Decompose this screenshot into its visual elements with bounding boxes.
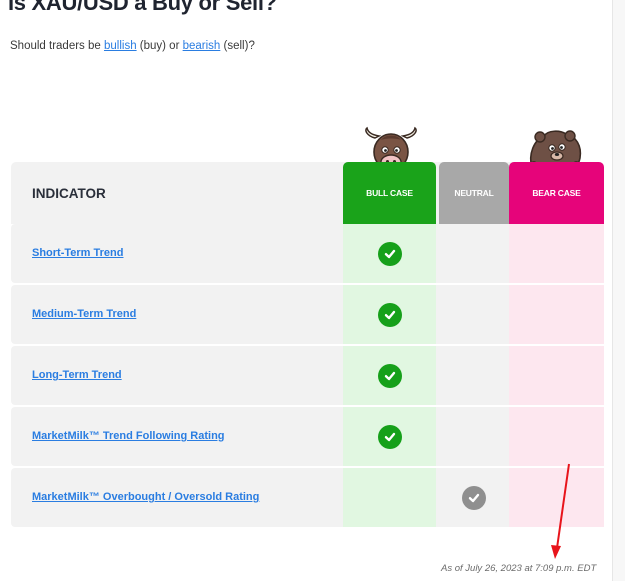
indicator-link[interactable]: Medium-Term Trend	[32, 308, 136, 320]
check-circle-icon	[377, 363, 402, 388]
page: Is XAU/USD a Buy or Sell? Should traders…	[0, 0, 612, 581]
bull-case-cell	[343, 468, 436, 527]
bear-case-column-header: BEAR CASE	[509, 162, 604, 224]
page-scroll-edge	[612, 0, 625, 581]
bull-case-column-header: BULL CASE	[343, 162, 436, 224]
neutral-cell	[439, 346, 509, 405]
bearish-link[interactable]: bearish	[183, 40, 221, 52]
page-subtitle: Should traders be bullish (buy) or beari…	[10, 38, 255, 54]
indicator-column-header: INDICATOR	[32, 186, 106, 201]
subtitle-mid: (buy) or	[136, 40, 183, 52]
bear-case-cell	[509, 224, 604, 283]
timestamp: As of July 26, 2023 at 7:09 p.m. EDT	[441, 563, 597, 574]
subtitle-prefix: Should traders be	[10, 40, 104, 52]
check-circle-icon	[462, 485, 486, 510]
bear-case-cell	[509, 346, 604, 405]
check-circle-icon	[377, 241, 402, 266]
page-title: Is XAU/USD a Buy or Sell?	[8, 0, 277, 15]
checkmark-icon	[384, 249, 395, 258]
checkmark-icon	[384, 371, 395, 380]
bear-case-cell	[509, 468, 604, 527]
neutral-cell	[439, 407, 509, 466]
check-circle-icon	[377, 302, 402, 327]
neutral-label: NEUTRAL	[454, 188, 494, 198]
neutral-cell	[439, 285, 509, 344]
indicator-link[interactable]: MarketMilk™ Trend Following Rating	[32, 430, 225, 442]
checkmark-icon	[384, 432, 395, 441]
subtitle-suffix: (sell)?	[220, 40, 255, 52]
checkmark-icon	[468, 493, 480, 502]
neutral-column-header: NEUTRAL	[439, 162, 509, 224]
bear-case-cell	[509, 407, 604, 466]
checkmark-icon	[384, 310, 395, 319]
check-circle-icon	[377, 424, 402, 449]
indicator-link[interactable]: MarketMilk™ Overbought / Oversold Rating	[32, 491, 259, 503]
bull-case-label: BULL CASE	[366, 188, 413, 198]
bear-case-label: BEAR CASE	[532, 188, 581, 198]
neutral-cell	[439, 224, 509, 283]
bullish-link[interactable]: bullish	[104, 40, 137, 52]
indicator-table: INDICATOR BULL CASE NEUTRAL BEAR CASE Sh…	[11, 162, 604, 534]
indicator-link[interactable]: Short-Term Trend	[32, 247, 123, 259]
bear-case-cell	[509, 285, 604, 344]
indicator-link[interactable]: Long-Term Trend	[32, 369, 122, 381]
